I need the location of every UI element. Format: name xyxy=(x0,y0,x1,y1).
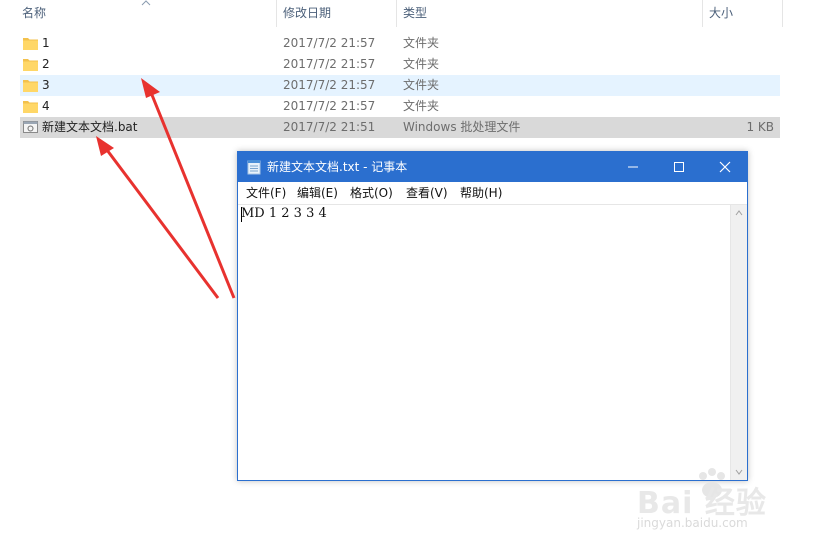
file-date: 2017/7/2 21:57 xyxy=(283,57,376,71)
maximize-icon xyxy=(674,162,684,172)
notepad-window: 新建文本文档.txt - 记事本 文件(F) 编辑(E) 格式(O) 查看(V)… xyxy=(237,151,748,481)
column-header: 名称 修改日期 类型 大小 xyxy=(0,0,783,27)
sort-ascending-icon xyxy=(141,0,151,6)
menu-bar: 文件(F) 编辑(E) 格式(O) 查看(V) 帮助(H) xyxy=(238,182,747,205)
batch-file-icon xyxy=(23,121,38,133)
close-icon xyxy=(719,161,731,173)
minimize-icon xyxy=(628,166,638,168)
scroll-up-icon[interactable] xyxy=(735,210,743,216)
column-date[interactable]: 修改日期 xyxy=(283,0,331,27)
menu-help[interactable]: 帮助(H) xyxy=(460,182,502,204)
menu-view[interactable]: 查看(V) xyxy=(406,182,448,204)
file-row-bat[interactable]: 新建文本文档.bat 2017/7/2 21:51 Windows 批处理文件 … xyxy=(20,117,780,138)
text-editor[interactable]: MD 1 2 3 3 4 xyxy=(238,205,731,480)
column-type[interactable]: 类型 xyxy=(403,0,427,27)
file-name: 3 xyxy=(42,78,50,92)
menu-edit[interactable]: 编辑(E) xyxy=(297,182,338,204)
file-name: 1 xyxy=(42,36,50,50)
watermark-url: jingyan.baidu.com xyxy=(637,516,748,530)
column-size[interactable]: 大小 xyxy=(709,0,733,27)
file-row-4[interactable]: 4 2017/7/2 21:57 文件夹 xyxy=(20,96,780,117)
file-type: 文件夹 xyxy=(403,36,440,50)
folder-icon xyxy=(23,80,38,92)
folder-icon xyxy=(23,38,38,50)
notepad-title-bar[interactable]: 新建文本文档.txt - 记事本 xyxy=(238,152,747,182)
file-type: 文件夹 xyxy=(403,99,440,113)
window-title: 新建文本文档.txt - 记事本 xyxy=(267,160,408,174)
file-row-2[interactable]: 2 2017/7/2 21:57 文件夹 xyxy=(20,54,780,75)
file-date: 2017/7/2 21:57 xyxy=(283,78,376,92)
file-size: 1 KB xyxy=(746,120,774,134)
file-date: 2017/7/2 21:57 xyxy=(283,99,376,113)
file-row-3[interactable]: 3 2017/7/2 21:57 文件夹 xyxy=(20,75,780,96)
file-date: 2017/7/2 21:51 xyxy=(283,120,376,134)
editor-content: MD 1 2 3 3 4 xyxy=(241,206,327,221)
file-name: 4 xyxy=(42,99,50,113)
folder-icon xyxy=(23,59,38,71)
baidu-watermark: Bai 经验 jingyan.baidu.com xyxy=(632,460,822,550)
file-type: 文件夹 xyxy=(403,57,440,71)
file-date: 2017/7/2 21:57 xyxy=(283,36,376,50)
notepad-icon xyxy=(247,160,261,175)
file-name: 新建文本文档.bat xyxy=(42,120,138,134)
maximize-button[interactable] xyxy=(656,152,702,182)
minimize-button[interactable] xyxy=(610,152,656,182)
folder-icon xyxy=(23,101,38,113)
text-caret xyxy=(241,207,242,222)
column-name[interactable]: 名称 xyxy=(22,0,46,27)
menu-file[interactable]: 文件(F) xyxy=(246,182,286,204)
file-type: Windows 批处理文件 xyxy=(403,120,521,134)
close-button[interactable] xyxy=(702,152,748,182)
file-type: 文件夹 xyxy=(403,78,440,92)
menu-format[interactable]: 格式(O) xyxy=(350,182,393,204)
file-name: 2 xyxy=(42,57,50,71)
vertical-scrollbar[interactable] xyxy=(730,205,747,480)
arrow-to-bat-file xyxy=(96,136,220,299)
file-row-1[interactable]: 1 2017/7/2 21:57 文件夹 xyxy=(20,33,780,54)
